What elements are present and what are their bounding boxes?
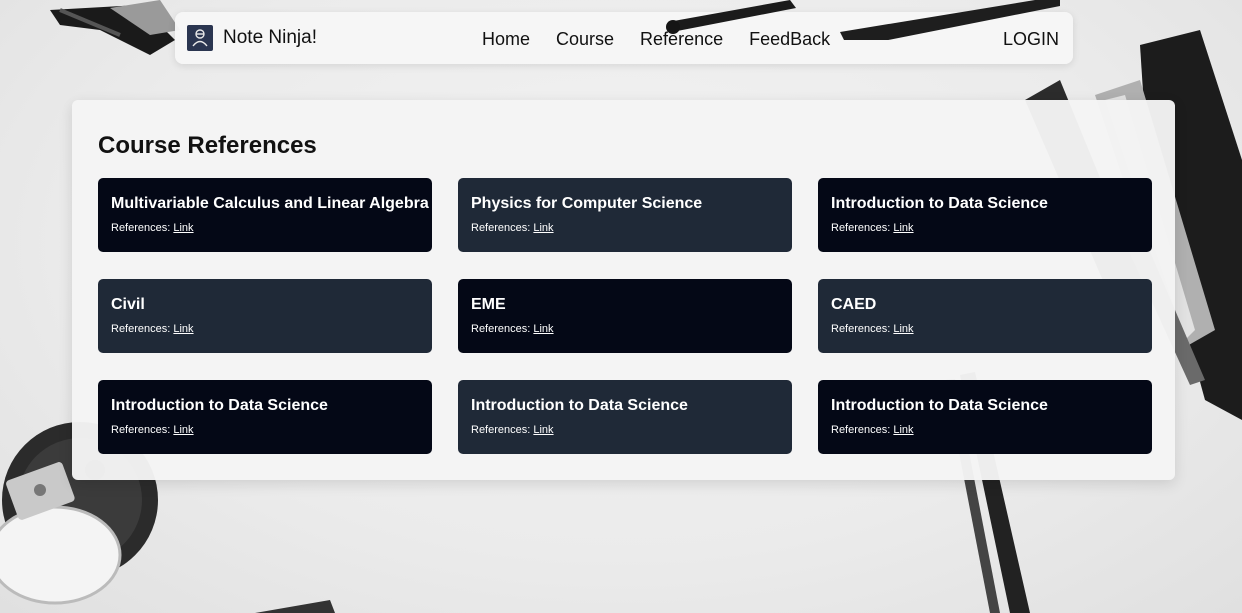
reference-link[interactable]: Link bbox=[533, 323, 553, 335]
references-label: References: bbox=[831, 222, 891, 234]
course-reference: References: Link bbox=[471, 222, 780, 234]
course-card[interactable]: Introduction to Data Science References:… bbox=[818, 380, 1152, 454]
binder-clip-icon bbox=[50, 0, 180, 55]
page-title: Course References bbox=[98, 132, 317, 159]
reference-link[interactable]: Link bbox=[893, 323, 913, 335]
course-reference: References: Link bbox=[831, 424, 1140, 436]
course-card[interactable]: CAED References: Link bbox=[818, 279, 1152, 353]
course-reference: References: Link bbox=[831, 222, 1140, 234]
course-title: Introduction to Data Science bbox=[831, 397, 1048, 414]
references-label: References: bbox=[111, 424, 171, 436]
course-title: EME bbox=[471, 296, 506, 313]
course-title: CAED bbox=[831, 296, 877, 313]
nav-course-link[interactable]: Course bbox=[556, 29, 614, 50]
references-label: References: bbox=[471, 323, 531, 335]
references-label: References: bbox=[471, 222, 531, 234]
ninja-logo-icon bbox=[187, 25, 213, 51]
course-card[interactable]: Introduction to Data Science References:… bbox=[818, 178, 1152, 252]
course-reference: References: Link bbox=[831, 323, 1140, 335]
course-card[interactable]: EME References: Link bbox=[458, 279, 792, 353]
reference-link[interactable]: Link bbox=[173, 222, 193, 234]
reference-link[interactable]: Link bbox=[533, 424, 553, 436]
course-title: Introduction to Data Science bbox=[471, 397, 688, 414]
course-grid: Multivariable Calculus and Linear Algebr… bbox=[98, 178, 1152, 454]
reference-link[interactable]: Link bbox=[533, 222, 553, 234]
reference-link[interactable]: Link bbox=[173, 323, 193, 335]
course-reference: References: Link bbox=[111, 222, 420, 234]
course-title: Introduction to Data Science bbox=[831, 195, 1048, 212]
course-card[interactable]: Introduction to Data Science References:… bbox=[98, 380, 432, 454]
brand-name: Note Ninja! bbox=[223, 27, 317, 48]
course-card[interactable]: Civil References: Link bbox=[98, 279, 432, 353]
course-card[interactable]: Multivariable Calculus and Linear Algebr… bbox=[98, 178, 432, 252]
brand[interactable]: Note Ninja! bbox=[187, 25, 317, 51]
nav-home-link[interactable]: Home bbox=[482, 29, 530, 50]
marker-pen-icon bbox=[666, 0, 1060, 40]
course-title: Civil bbox=[111, 296, 145, 313]
course-reference: References: Link bbox=[111, 323, 420, 335]
course-reference: References: Link bbox=[471, 323, 780, 335]
references-label: References: bbox=[111, 222, 171, 234]
references-label: References: bbox=[831, 424, 891, 436]
reference-link[interactable]: Link bbox=[893, 424, 913, 436]
course-title: Introduction to Data Science bbox=[111, 397, 328, 414]
course-reference: References: Link bbox=[471, 424, 780, 436]
references-label: References: bbox=[471, 424, 531, 436]
course-title: Multivariable Calculus and Linear Algebr… bbox=[111, 195, 429, 212]
course-card[interactable]: Physics for Computer Science References:… bbox=[458, 178, 792, 252]
references-label: References: bbox=[831, 323, 891, 335]
references-label: References: bbox=[111, 323, 171, 335]
course-references-panel: Course References Multivariable Calculus… bbox=[72, 100, 1175, 480]
course-card[interactable]: Introduction to Data Science References:… bbox=[458, 380, 792, 454]
course-title: Physics for Computer Science bbox=[471, 195, 703, 212]
reference-link[interactable]: Link bbox=[173, 424, 193, 436]
course-reference: References: Link bbox=[111, 424, 420, 436]
reference-link[interactable]: Link bbox=[893, 222, 913, 234]
